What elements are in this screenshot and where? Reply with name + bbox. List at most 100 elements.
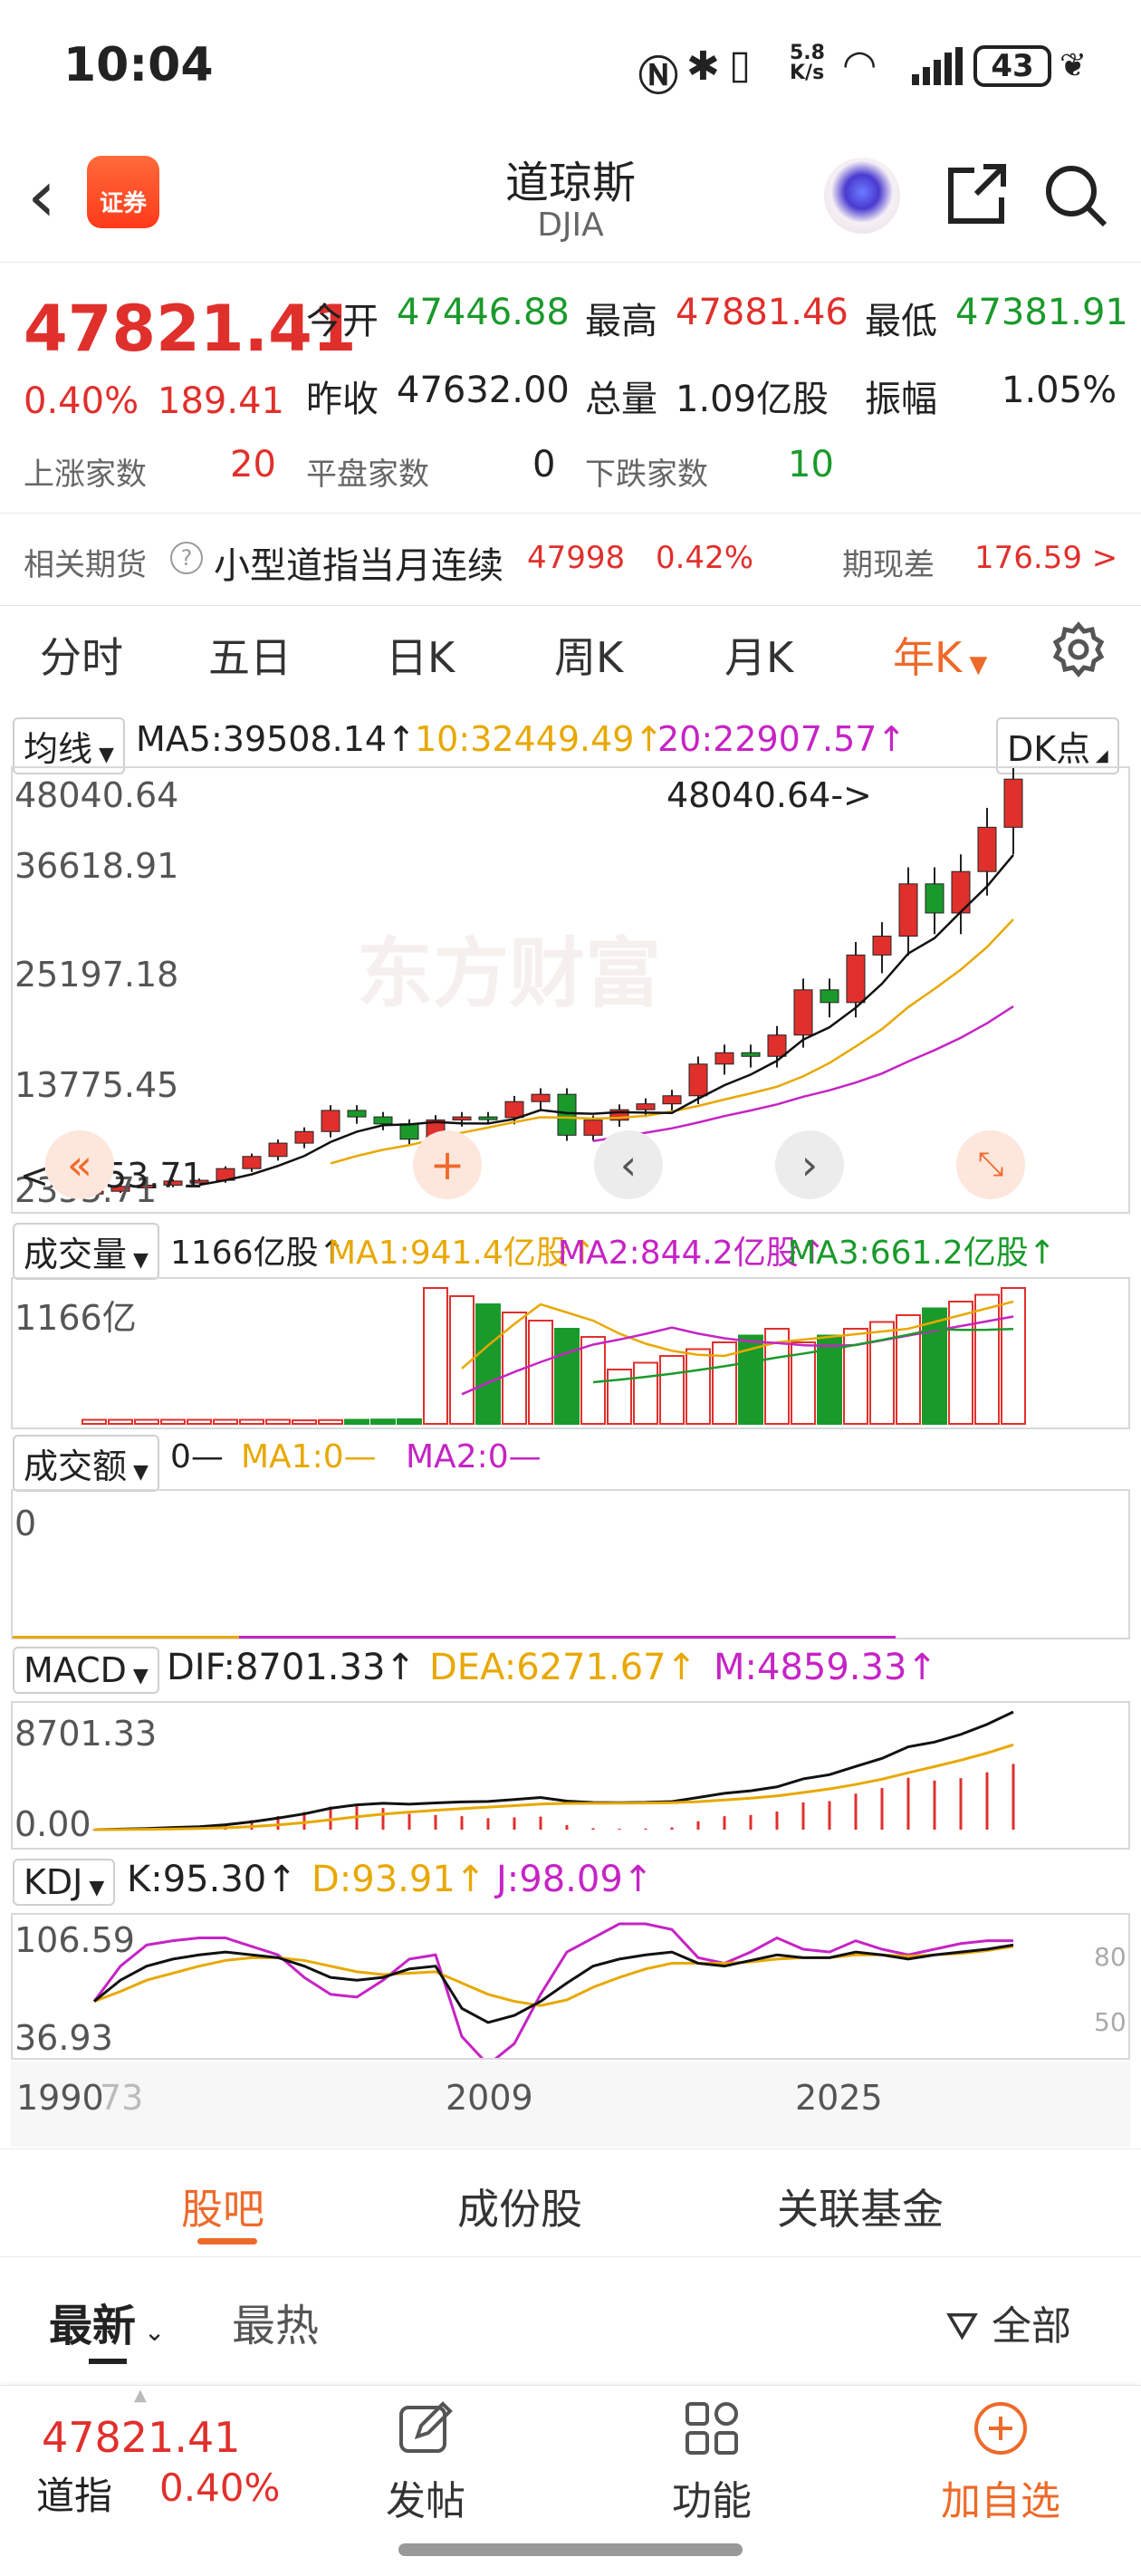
share-icon[interactable] — [940, 161, 1009, 234]
candle-body — [846, 954, 866, 1004]
ytick-4: 13775.45 — [14, 1065, 179, 1105]
volume-bar — [370, 1418, 396, 1425]
amount-chart[interactable]: 0 — [11, 1489, 1130, 1639]
xtick-2025: 2025 — [795, 2078, 883, 2118]
candle-body — [373, 1116, 393, 1125]
add-circle-icon — [974, 2402, 1027, 2455]
brokerage-logo[interactable]: 证券 — [87, 156, 159, 228]
next-icon[interactable]: › — [775, 1130, 844, 1199]
help-icon[interactable]: ? — [170, 542, 203, 574]
futures-pct: 0.42% — [656, 540, 754, 576]
tab-day-k[interactable]: 日K — [386, 625, 455, 685]
volume-bar — [554, 1328, 580, 1425]
macd-bar — [513, 1817, 516, 1830]
tab-related-funds[interactable]: 关联基金 — [777, 2177, 944, 2236]
volume-bar — [948, 1301, 973, 1425]
ma20-value: 20:22907.57↑ — [657, 719, 906, 759]
candle-body — [977, 826, 997, 872]
amount-indicator-select[interactable]: 成交额 ▼ — [13, 1435, 159, 1492]
decliners-label: 下跌家数 — [585, 457, 708, 493]
add-watchlist-button[interactable]: 加自选 — [924, 2398, 1078, 2526]
macd-chart[interactable]: 8701.33 0.00 — [11, 1701, 1130, 1850]
home-indicator — [398, 2543, 743, 2556]
macd-bar — [618, 1828, 621, 1830]
macd-bar — [828, 1801, 831, 1830]
tab-five-day[interactable]: 五日 — [208, 625, 292, 685]
macd-dif: DIF:8701.33↑ — [167, 1647, 416, 1688]
volume-chart[interactable]: 1166亿 — [11, 1277, 1130, 1429]
xtick-73: 73 — [100, 2078, 144, 2118]
fullscreen-icon[interactable]: ⤡ — [956, 1130, 1025, 1199]
volume-bar — [922, 1307, 947, 1425]
futures-label: 相关期货 — [24, 547, 147, 583]
vibrate-icon: ▯ — [729, 42, 752, 88]
related-futures-row[interactable]: 相关期货 ? 小型道指当月连续 47998 0.42% 期现差 176.59 > — [0, 514, 1141, 605]
settings-gear-icon[interactable] — [1050, 621, 1107, 681]
candle-body — [452, 1116, 472, 1120]
tab-constituents[interactable]: 成份股 — [457, 2177, 582, 2236]
kdj-ybot: 36.93 — [14, 2018, 113, 2058]
kdj-j: J:98.09↑ — [496, 1859, 654, 1900]
collapse-icon[interactable]: ▲ — [134, 2386, 147, 2405]
candle-body — [898, 883, 918, 937]
kdj-indicator-select[interactable]: KDJ ▼ — [13, 1859, 116, 1906]
sort-latest[interactable]: 最新 ⌄ — [49, 2290, 165, 2353]
assistant-avatar[interactable] — [824, 158, 900, 234]
volume-bar — [160, 1418, 186, 1425]
macd-indicator-select[interactable]: MACD ▼ — [13, 1647, 159, 1694]
vol-ma2: MA2:844.2亿股↑ — [558, 1235, 826, 1272]
search-icon[interactable] — [1041, 161, 1110, 234]
filter-all[interactable]: ⛛ 全部 — [945, 2293, 1071, 2351]
tab-year-k[interactable]: 年K ▼ — [893, 625, 987, 685]
candle-body — [925, 883, 944, 914]
prev-icon[interactable]: ‹ — [594, 1130, 663, 1199]
volume-bar — [344, 1418, 369, 1425]
macd-bar — [696, 1821, 700, 1830]
macd-bar — [670, 1827, 674, 1830]
candle-body — [504, 1101, 524, 1119]
x-axis: 1990 73 2009 2025 — [11, 2062, 1130, 2147]
zoom-in-icon[interactable]: + — [413, 1130, 482, 1199]
basis-value: 176.59 > — [974, 540, 1118, 576]
macd-bar — [565, 1824, 569, 1830]
volume-indicator-select[interactable]: 成交量 ▼ — [13, 1223, 159, 1280]
macd-bar — [933, 1780, 936, 1830]
rewind-icon[interactable]: « — [45, 1130, 114, 1199]
post-button[interactable]: 发帖 — [362, 2398, 489, 2526]
amplitude-value: 1.05% — [1002, 370, 1117, 411]
battery-icon: 43 — [973, 45, 1051, 87]
wifi-icon: ◠ — [842, 42, 877, 88]
sort-hot[interactable]: 最热 — [232, 2290, 319, 2353]
tab-intraday[interactable]: 分时 — [40, 625, 123, 685]
macd-bar — [644, 1828, 647, 1830]
kdj-ref-50: 50 — [1094, 2007, 1127, 2037]
filter-icon: ⛛ — [945, 2303, 979, 2350]
volume-bar — [318, 1418, 343, 1426]
page-title: 道琼斯 — [504, 158, 636, 208]
back-icon[interactable]: ‹ — [27, 154, 56, 238]
prev-close-value: 47632.00 — [397, 370, 570, 411]
tab-forum[interactable]: 股吧 — [181, 2177, 264, 2236]
volume-value: 1166亿股↑ — [170, 1235, 346, 1272]
kline-chart[interactable]: 东方财富 48040.64 36618.91 25197.18 13775.45… — [11, 766, 1130, 1214]
kdj-svg — [92, 1922, 1014, 2058]
basis-label: 期现差 — [842, 547, 935, 583]
kdj-ref-80: 80 — [1094, 1942, 1127, 1972]
bottom-action-bar: ▲ 47821.41 道指 0.40% 发帖 功能 加自选 — [0, 2386, 1141, 2576]
signal-icon — [910, 47, 964, 91]
kdj-chart[interactable]: 106.59 36.93 80 50 — [11, 1913, 1130, 2060]
tab-month-k[interactable]: 月K — [724, 625, 793, 685]
high-value: 47881.46 — [676, 292, 849, 333]
candle-body — [793, 989, 813, 1036]
volume-bar — [82, 1418, 107, 1425]
amount-value: 0— — [170, 1438, 224, 1475]
volume-svg — [82, 1287, 1026, 1426]
macd-bar — [408, 1813, 411, 1830]
volume-value: 1.09亿股 — [676, 379, 829, 420]
macd-bar — [723, 1816, 726, 1830]
page-subtitle: DJIA — [537, 207, 604, 244]
tab-week-k[interactable]: 周K — [554, 625, 623, 685]
volume-bar — [213, 1418, 238, 1425]
function-button[interactable]: 功能 — [648, 2398, 775, 2526]
candle-body — [321, 1110, 340, 1132]
